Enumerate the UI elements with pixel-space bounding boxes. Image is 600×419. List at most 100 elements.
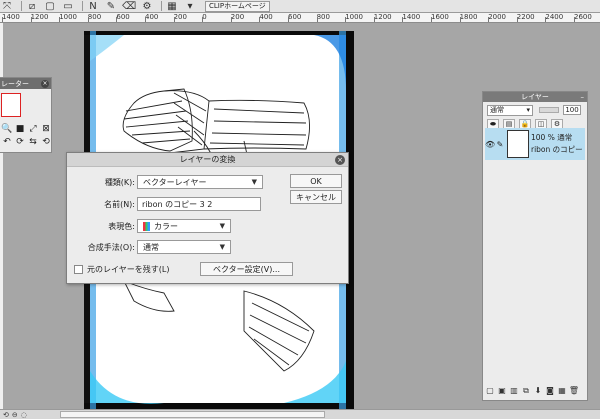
ruler-tick-label: 1800 bbox=[459, 13, 478, 21]
kind-value: ベクターレイヤー bbox=[143, 177, 207, 187]
ruler-tick-label: 1000 bbox=[345, 13, 364, 21]
ruler-tick-label: 2600 bbox=[574, 13, 592, 21]
new-vector-icon[interactable]: ▣ bbox=[497, 385, 507, 396]
ruler-tick-mark bbox=[259, 17, 261, 22]
color-select[interactable]: カラー ▼ bbox=[137, 219, 231, 233]
ruler-tick-label: 400 bbox=[145, 13, 159, 21]
horizontal-scrollbar[interactable] bbox=[60, 411, 325, 418]
n-icon[interactable]: N bbox=[86, 0, 100, 12]
ruler-tick-mark bbox=[230, 17, 232, 22]
copy-icon[interactable]: ⧉ bbox=[521, 385, 531, 396]
name-label: 名前(N): bbox=[104, 199, 135, 209]
ruler-tick-label: 1200 bbox=[373, 13, 392, 21]
ruler-tick-mark bbox=[402, 17, 404, 22]
transform-icon[interactable]: ⤧ bbox=[0, 0, 14, 12]
close-icon[interactable]: × bbox=[335, 155, 345, 165]
layer-convert-dialog: レイヤーの変換 × 種類(K): ベクターレイヤー ▼ 名前(N): ribon… bbox=[66, 152, 349, 284]
clip-homepage-button[interactable]: CLIPホームページ bbox=[205, 0, 270, 12]
top-toolbar: ⤧ ⧄ ▢ ▭ N ✎ ⌫ ⚙ ▦ ▾ CLIPホームページ bbox=[0, 0, 600, 13]
mask-add-icon[interactable]: ◙ bbox=[545, 385, 555, 396]
diagonal-icon[interactable]: ⧄ bbox=[25, 0, 39, 12]
ruler-tick-mark bbox=[288, 17, 289, 22]
zoom-icon[interactable]: 🔍 bbox=[1, 123, 13, 135]
ruler-tick-mark bbox=[30, 17, 32, 22]
chevron-down-icon[interactable]: ▾ bbox=[183, 0, 197, 12]
opacity-value[interactable]: 100 bbox=[563, 105, 581, 115]
ok-button[interactable]: OK bbox=[290, 174, 342, 188]
rotate-icon[interactable]: ⟲ bbox=[3, 411, 9, 419]
pen-icon[interactable]: ✎ bbox=[104, 0, 118, 12]
flip-icon[interactable]: ⇆ bbox=[27, 136, 39, 148]
keep-original-checkbox[interactable] bbox=[74, 265, 83, 274]
color-label: 表現色: bbox=[108, 221, 135, 231]
kind-select[interactable]: ベクターレイヤー ▼ bbox=[137, 175, 263, 189]
navigator-icon[interactable]: ◌ bbox=[21, 411, 27, 419]
kind-row: 種類(K): ベクターレイヤー ▼ bbox=[67, 175, 263, 189]
eye-icon[interactable]: 👁 bbox=[485, 140, 495, 149]
ruler-tick-label: 600 bbox=[288, 13, 302, 21]
ruler-tick-mark bbox=[116, 17, 118, 22]
reset-icon[interactable]: ⟲ bbox=[40, 136, 52, 148]
keep-original-row: 元のレイヤーを残す(L) bbox=[74, 264, 169, 275]
ruler-tick-mark bbox=[459, 17, 461, 22]
color-row: 表現色: カラー ▼ bbox=[67, 219, 231, 233]
chevron-down-icon: ▼ bbox=[219, 243, 225, 251]
color-swatch-icon bbox=[143, 221, 150, 231]
minimize-icon[interactable]: – bbox=[581, 93, 585, 101]
gear-icon[interactable]: ⚙ bbox=[140, 0, 154, 12]
chevron-down-icon: ▾ bbox=[526, 106, 530, 114]
merge-icon[interactable]: ⬇ bbox=[533, 385, 543, 396]
ruler-tick-label: 2000 bbox=[488, 13, 507, 21]
fill-square-icon[interactable]: ■ bbox=[14, 123, 26, 135]
trash-icon[interactable]: 🗑 bbox=[569, 385, 579, 396]
ruler-tick-label: 1200 bbox=[30, 13, 49, 21]
layer-thumbnail bbox=[507, 130, 529, 158]
ruler-tick-mark bbox=[2, 17, 3, 22]
new-layer-icon[interactable]: ▢ bbox=[485, 385, 495, 396]
layer-blend-value: 通常 bbox=[490, 106, 504, 114]
close-icon[interactable]: × bbox=[41, 79, 49, 88]
new-folder-icon[interactable]: ▥ bbox=[509, 385, 519, 396]
rotate-left-icon[interactable]: ↶ bbox=[1, 136, 13, 148]
ruler-tick-label: 800 bbox=[316, 13, 330, 21]
palette-tool-grid: 🔍 ■ ⤢ ⊠ ↶ ⟳ ⇆ ⟲ bbox=[1, 123, 52, 148]
dialog-title: レイヤーの変換 bbox=[179, 155, 236, 164]
blend-select[interactable]: 通常 ▼ bbox=[137, 240, 231, 254]
ruler-tick-label: 2200 bbox=[516, 13, 535, 21]
toolbar-separator bbox=[161, 1, 162, 11]
palette-preview[interactable] bbox=[1, 93, 21, 117]
eraser-icon[interactable]: ⌫ bbox=[122, 0, 136, 12]
cancel-button[interactable]: キャンセル bbox=[290, 190, 342, 204]
rotate-icon[interactable]: ⟳ bbox=[14, 136, 26, 148]
ruler-tick-label: 1600 bbox=[431, 13, 449, 21]
navigator-palette: レーター × 🔍 ■ ⤢ ⊠ ↶ ⟳ ⇆ ⟲ bbox=[0, 77, 52, 153]
ruler-tick-label: 800 bbox=[87, 13, 102, 21]
zoom-out-icon[interactable]: ⊖ bbox=[12, 411, 18, 419]
frame-icon[interactable]: ▭ bbox=[61, 0, 75, 12]
vector-settings-button[interactable]: ベクター設定(V)... bbox=[200, 262, 293, 276]
horizontal-ruler: 1400 1200 1000 800 600 400 200 0 200 400 600 800 100… bbox=[0, 13, 600, 23]
calendar-icon[interactable]: ▦ bbox=[165, 0, 179, 12]
clip-icon[interactable]: ▦ bbox=[557, 385, 567, 396]
ruler-tick-mark bbox=[173, 17, 175, 22]
ruler-tick-mark bbox=[202, 17, 204, 22]
fit-screen-icon[interactable]: ⊠ bbox=[40, 123, 52, 135]
fit-icon[interactable]: ⤢ bbox=[27, 123, 39, 135]
ruler-tick-mark bbox=[516, 17, 518, 22]
toolbar-separator bbox=[21, 1, 22, 11]
layer-blend-row: 通常 ▾ 100 bbox=[483, 102, 587, 116]
layer-list-item[interactable]: 👁 ✎ 100 % 通常 ribon のコピー bbox=[485, 128, 585, 160]
ruler-tick-label: 400 bbox=[259, 13, 273, 21]
color-value-wrap: カラー bbox=[143, 221, 178, 232]
opacity-slider[interactable] bbox=[539, 107, 559, 113]
color-value: カラー bbox=[154, 221, 178, 231]
layer-panel-title: レイヤー bbox=[521, 93, 549, 101]
layer-opacity-text: 100 % 通常 bbox=[531, 133, 573, 142]
layer-bottom-toolbar: ▢ ▣ ▥ ⧉ ⬇ ◙ ▦ 🗑 bbox=[485, 385, 579, 396]
name-input[interactable]: ribon のコピー 3 2 bbox=[137, 197, 261, 211]
ruler-tick-mark bbox=[345, 17, 347, 22]
layer-blend-select[interactable]: 通常 ▾ bbox=[487, 104, 533, 116]
square-icon[interactable]: ▢ bbox=[43, 0, 57, 12]
ruler-tick-label: 1400 bbox=[2, 13, 20, 21]
ruler-tick-mark bbox=[373, 17, 375, 22]
